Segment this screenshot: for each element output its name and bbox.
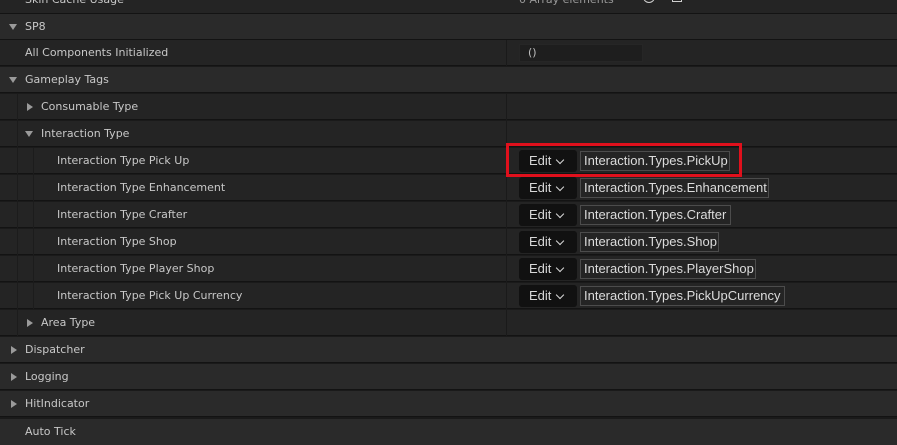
- edit-label: Edit: [529, 261, 552, 276]
- edit-label: Edit: [529, 288, 552, 303]
- collapsed-arrow-icon: [27, 103, 33, 111]
- expand-arrow-icon: [25, 131, 33, 137]
- gameplay-tag-value[interactable]: Interaction.Types.PickUpCurrency: [580, 286, 785, 306]
- category-logging[interactable]: Logging: [0, 364, 897, 390]
- edit-label: Edit: [529, 234, 552, 249]
- gameplay-tag-value[interactable]: Interaction.Types.Crafter: [580, 205, 731, 225]
- category-gameplay-tags[interactable]: Gameplay Tags: [0, 67, 897, 93]
- interaction-type-item-label: Interaction Type Pick Up Currency: [57, 289, 243, 302]
- edit-tag-button[interactable]: Edit: [519, 177, 577, 199]
- category-auto-tick[interactable]: Auto Tick: [0, 419, 897, 445]
- chevron-down-icon: [555, 209, 565, 219]
- consumable-type-row[interactable]: Consumable Type: [0, 94, 897, 120]
- edit-tag-button[interactable]: Edit: [519, 204, 577, 226]
- gameplay-tag-value[interactable]: Interaction.Types.PlayerShop: [580, 259, 756, 279]
- category-label: Auto Tick: [25, 425, 76, 438]
- chevron-down-icon: [555, 263, 565, 273]
- category-label: SP8: [25, 20, 46, 33]
- chevron-down-icon: [555, 155, 565, 165]
- all-components-initialized-row: All Components Initialized (): [0, 40, 897, 66]
- edit-label: Edit: [529, 207, 552, 222]
- consumable-type-label: Consumable Type: [41, 100, 139, 113]
- collapsed-arrow-icon: [11, 400, 17, 408]
- category-label: Gameplay Tags: [25, 73, 109, 86]
- expand-arrow-icon: [9, 77, 17, 83]
- category-label: HitIndicator: [25, 397, 90, 410]
- gameplay-tag-value[interactable]: Interaction.Types.Enhancement: [580, 178, 769, 198]
- edit-tag-button[interactable]: Edit: [519, 150, 577, 172]
- skin-cache-usage-value: 0 Array elements: [519, 0, 614, 12]
- interaction-type-item-row: Interaction Type Pick Up Currency Edit Int…: [0, 283, 897, 309]
- interaction-type-item-label: Interaction Type Crafter: [57, 208, 188, 221]
- expand-arrow-icon: [9, 24, 17, 30]
- interaction-type-item-row: Interaction Type Player Shop Edit Interact…: [0, 256, 897, 282]
- category-dispatcher[interactable]: Dispatcher: [0, 337, 897, 363]
- area-type-row[interactable]: Area Type: [0, 310, 897, 336]
- interaction-type-item-label: Interaction Type Shop: [57, 235, 177, 248]
- skin-cache-usage-row: Skin Cache Usage 0 Array elements: [0, 0, 897, 14]
- interaction-type-item-row: Interaction Type Enhancement Edit Interact…: [0, 175, 897, 201]
- interaction-type-item-row: Interaction Type Pick Up Edit Interaction.…: [0, 148, 897, 174]
- interaction-type-item-label: Interaction Type Pick Up: [57, 154, 190, 167]
- all-components-initialized-label: All Components Initialized: [25, 46, 169, 59]
- category-label: Logging: [25, 370, 69, 383]
- gameplay-tag-value[interactable]: Interaction.Types.Shop: [580, 232, 719, 252]
- delete-icon[interactable]: [672, 0, 682, 2]
- interaction-type-label: Interaction Type: [41, 127, 130, 140]
- collapsed-arrow-icon: [11, 373, 17, 381]
- interaction-type-item-row: Interaction Type Shop Edit Interaction.Typ…: [0, 229, 897, 255]
- edit-tag-button[interactable]: Edit: [519, 231, 577, 253]
- add-element-icon[interactable]: [643, 0, 655, 3]
- edit-label: Edit: [529, 180, 552, 195]
- chevron-down-icon: [555, 236, 565, 246]
- chevron-down-icon: [555, 290, 565, 300]
- category-hitindicator[interactable]: HitIndicator: [0, 391, 897, 417]
- all-components-initialized-field[interactable]: (): [519, 44, 643, 62]
- collapsed-arrow-icon: [27, 319, 33, 327]
- interaction-type-row[interactable]: Interaction Type: [0, 121, 897, 147]
- gameplay-tag-value[interactable]: Interaction.Types.PickUp: [580, 151, 730, 171]
- edit-tag-button[interactable]: Edit: [519, 285, 577, 307]
- edit-tag-button[interactable]: Edit: [519, 258, 577, 280]
- skin-cache-usage-label: Skin Cache Usage: [25, 0, 124, 12]
- category-label: Dispatcher: [25, 343, 85, 356]
- interaction-type-item-label: Interaction Type Player Shop: [57, 262, 215, 275]
- interaction-type-item-row: Interaction Type Crafter Edit Interaction.…: [0, 202, 897, 228]
- interaction-type-item-label: Interaction Type Enhancement: [57, 181, 226, 194]
- collapsed-arrow-icon: [11, 346, 17, 354]
- chevron-down-icon: [555, 182, 565, 192]
- category-sp8[interactable]: SP8: [0, 14, 897, 40]
- edit-label: Edit: [529, 153, 552, 168]
- area-type-label: Area Type: [41, 316, 96, 329]
